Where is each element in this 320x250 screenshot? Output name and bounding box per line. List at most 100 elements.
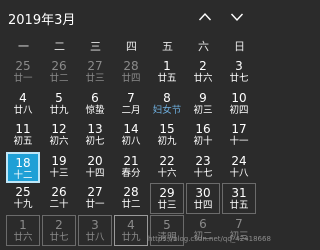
calendar-day[interactable]: 22 十六 [150, 152, 184, 183]
weekday-header-row: 一二三四五六日 [0, 38, 261, 56]
day-number: 23 [195, 153, 211, 168]
lunar-date-label: 十八 [229, 167, 249, 179]
lunar-date-label: 十六 [157, 167, 177, 179]
calendar-day[interactable]: 19 十三 [42, 152, 76, 183]
calendar-day[interactable]: 2 廿六 [186, 57, 220, 88]
day-number: 19 [51, 153, 67, 168]
calendar-day[interactable]: 21 春分 [114, 152, 148, 183]
calendar-day[interactable]: 25 廿一 [6, 57, 40, 88]
day-number: 8 [163, 90, 171, 105]
lunar-date-label: 初十 [193, 136, 213, 147]
day-number: 5 [163, 217, 171, 232]
weekday-label: 五 [162, 40, 173, 53]
calendar-day[interactable]: 31 廿五 [222, 183, 256, 214]
calendar-day[interactable]: 11 初五 [6, 120, 40, 151]
day-number: 1 [163, 59, 171, 73]
day-number: 24 [231, 153, 247, 168]
day-number: 12 [51, 122, 67, 136]
day-number: 7 [127, 90, 135, 105]
calendar-day[interactable]: 4 廿八 [6, 89, 40, 120]
calendar-day[interactable]: 25 十九 [6, 183, 40, 214]
calendar-day[interactable]: 24 十八 [222, 152, 256, 183]
lunar-date-label: 廿九 [49, 104, 69, 116]
day-number: 14 [123, 122, 139, 136]
calendar-day[interactable]: 7 二月 [114, 89, 148, 120]
day-number: 6 [91, 90, 99, 105]
next-month-button[interactable] [226, 6, 248, 28]
calendar-day[interactable]: 16 初十 [186, 120, 220, 151]
chevron-up-icon [198, 12, 212, 21]
lunar-date-label: 廿八 [85, 231, 105, 243]
lunar-date-label: 初九 [157, 136, 177, 147]
lunar-date-label: 廿七 [49, 231, 69, 243]
weekday-label: 日 [234, 40, 245, 53]
day-number: 28 [123, 59, 139, 73]
day-number: 27 [87, 185, 103, 199]
calendar-day[interactable]: 23 十七 [186, 152, 220, 183]
day-number: 26 [51, 59, 67, 73]
calendar-day[interactable]: 30 廿四 [186, 183, 220, 214]
calendar-day[interactable]: 28 廿二 [114, 183, 148, 214]
calendar-day[interactable]: 14 初八 [114, 120, 148, 151]
lunar-date-label: 二十 [49, 199, 69, 210]
calendar-day[interactable]: 26 二十 [42, 183, 76, 214]
day-number: 22 [159, 153, 175, 168]
lunar-date-label: 惊蛰 [85, 104, 105, 116]
lunar-date-label: 廿八 [13, 104, 33, 116]
lunar-date-label: 初七 [85, 136, 105, 147]
previous-month-button[interactable] [194, 6, 216, 28]
day-number: 2 [199, 59, 207, 73]
calendar-day[interactable]: 15 初九 [150, 120, 184, 151]
day-number: 7 [235, 216, 243, 231]
lunar-date-label: 廿五 [229, 200, 249, 211]
day-number: 13 [87, 122, 103, 136]
calendar-day[interactable]: 26 廿二 [42, 57, 76, 88]
day-number: 4 [127, 217, 135, 232]
lunar-date-label: 初八 [121, 136, 141, 147]
lunar-date-label: 十一 [229, 136, 249, 147]
lunar-date-label: 廿二 [121, 199, 141, 210]
calendar-day[interactable]: 3 廿八 [78, 214, 112, 246]
day-number: 30 [195, 186, 211, 200]
calendar-day[interactable]: 13 初七 [78, 120, 112, 151]
day-number: 4 [19, 90, 27, 105]
lunar-date-label: 十七 [193, 167, 213, 179]
lunar-date-label: 廿三 [85, 73, 105, 84]
lunar-date-label: 廿五 [157, 73, 177, 84]
day-number: 31 [231, 186, 247, 200]
calendar-grid: 25 廿一 26 廿二 27 廿三 28 廿四 1 廿五 2 廿六 3 廿七 4 廿八 5 廿九 6 惊蛰 7 二月 8 妇女… [6, 57, 258, 247]
lunar-date-label: 廿七 [229, 73, 249, 84]
calendar-day[interactable]: 17 十一 [222, 120, 256, 151]
calendar-day[interactable]: 5 廿九 [42, 89, 76, 120]
calendar-day[interactable]: 29 廿三 [150, 183, 184, 214]
lunar-date-label: 十四 [85, 167, 105, 179]
calendar-day[interactable]: 1 廿五 [150, 57, 184, 88]
day-number: 3 [235, 59, 243, 73]
calendar-day-today[interactable]: 18 十二 [6, 151, 40, 183]
calendar-day[interactable]: 8 妇女节 [150, 89, 184, 120]
lunar-date-label: 十九 [13, 199, 33, 210]
calendar-day[interactable]: 1 廿六 [6, 214, 40, 246]
calendar-day[interactable]: 6 惊蛰 [78, 89, 112, 120]
weekday-label: 二 [54, 40, 65, 53]
calendar-day[interactable]: 4 廿九 [114, 214, 148, 246]
calendar-day[interactable]: 3 廿七 [222, 57, 256, 88]
calendar-day[interactable]: 28 廿四 [114, 57, 148, 88]
calendar-day[interactable]: 27 廿一 [78, 183, 112, 214]
weekday-label: 三 [90, 40, 101, 53]
calendar-day[interactable]: 12 初六 [42, 120, 76, 151]
month-title[interactable]: 2019年3月 [8, 9, 75, 28]
calendar-day[interactable]: 27 廿三 [78, 57, 112, 88]
lunar-date-label: 十二 [13, 169, 33, 181]
calendar-day[interactable]: 10 初四 [222, 89, 256, 120]
calendar-day[interactable]: 2 廿七 [42, 214, 76, 246]
lunar-date-label: 廿三 [157, 200, 177, 211]
lunar-date-label: 初五 [13, 136, 33, 147]
day-number: 11 [15, 122, 31, 136]
calendar-day[interactable]: 20 十四 [78, 152, 112, 183]
lunar-date-label: 廿四 [193, 200, 213, 211]
lunar-date-label: 春分 [121, 167, 141, 179]
weekday-label: 一 [18, 40, 29, 53]
day-number: 27 [87, 59, 103, 73]
calendar-day[interactable]: 9 初三 [186, 89, 220, 120]
